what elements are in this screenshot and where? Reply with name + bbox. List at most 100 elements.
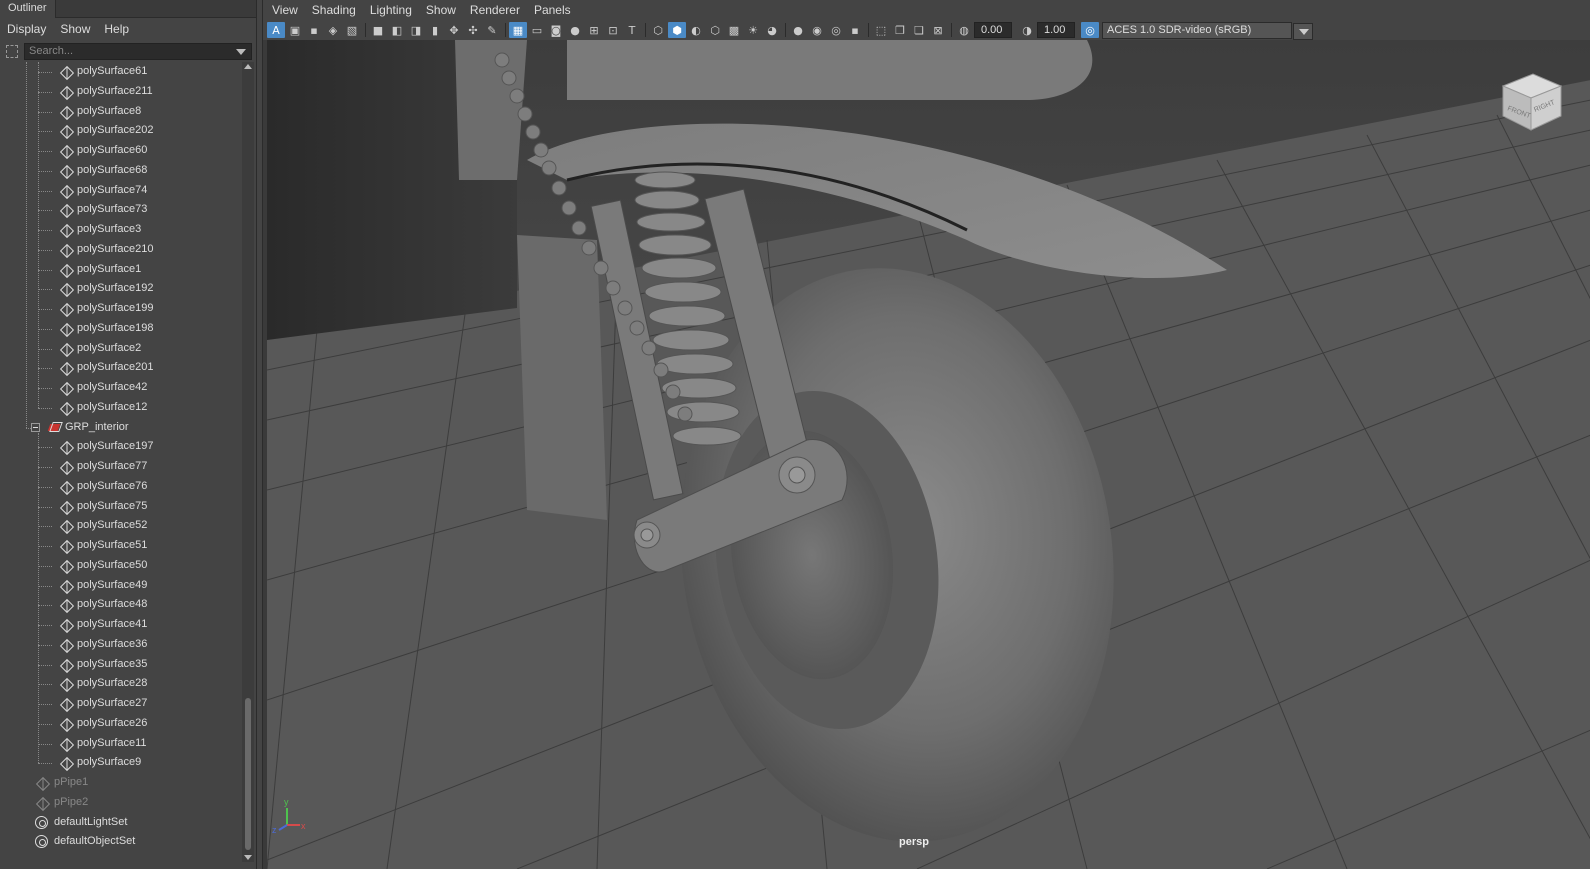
xray-active-icon[interactable]: ⊠ [929,22,947,38]
outliner-item[interactable]: polySurface75 [0,497,242,517]
lock-camera-icon[interactable]: ◨ [407,22,425,38]
resolution-gate-icon[interactable]: ◙ [547,22,565,38]
chevron-down-icon[interactable] [1293,22,1313,40]
select-camera-icon[interactable]: A [267,22,285,38]
xray-joints-icon[interactable]: ❏ [910,22,928,38]
menu-show[interactable]: Show [60,22,90,36]
outliner-item[interactable]: polySurface201 [0,358,242,378]
2d-pan-icon[interactable]: ✥ [445,22,463,38]
3d-viewport[interactable]: y x z FRONT RIGHT persp [267,40,1590,869]
outliner-item[interactable]: polySurface202 [0,121,242,141]
menu-view[interactable]: View [272,3,298,17]
tab-outliner[interactable]: Outliner [0,0,56,18]
xray-icon[interactable]: ❐ [891,22,909,38]
bookmark-flag-icon[interactable]: ▮ [426,22,444,38]
menu-display[interactable]: Display [7,22,46,36]
outliner-item[interactable]: pPipe2 [0,793,242,813]
exposure-field[interactable]: 0.00 [974,22,1012,38]
zoom-icon[interactable]: ✣ [464,22,482,38]
anti-aliasing-icon[interactable]: ◎ [827,22,845,38]
grid-icon[interactable]: ▦ [509,22,527,38]
frame-all-icon[interactable]: ▣ [286,22,304,38]
gate-mask-icon[interactable]: ● [566,22,584,38]
safe-title-icon[interactable]: T [623,22,641,38]
outliner-item[interactable]: polySurface60 [0,141,242,161]
outliner-item[interactable]: polySurface76 [0,477,242,497]
outliner-item[interactable]: polySurface49 [0,576,242,596]
depth-of-field-icon[interactable]: ▪ [846,22,864,38]
grease-pencil-icon[interactable]: ▪ [305,22,323,38]
collapse-toggle-icon[interactable] [31,422,40,432]
outliner-item[interactable]: polySurface3 [0,220,242,240]
shadows-icon[interactable]: ◕ [763,22,781,38]
textured-icon[interactable]: ▩ [725,22,743,38]
outliner-item[interactable]: polySurface48 [0,595,242,615]
field-chart-icon[interactable]: ⊞ [585,22,603,38]
outliner-item[interactable]: polySurface211 [0,82,242,102]
outliner-item[interactable]: polySurface74 [0,181,242,201]
scroll-down-icon[interactable] [244,855,252,860]
image-plane-icon[interactable]: ▧ [343,22,361,38]
outliner-item[interactable]: polySurface27 [0,694,242,714]
outliner-item[interactable]: polySurface198 [0,319,242,339]
outliner-item[interactable]: polySurface26 [0,714,242,734]
outliner-item[interactable]: polySurface2 [0,339,242,359]
motion-blur-icon[interactable]: ◉ [808,22,826,38]
outliner-item[interactable]: polySurface197 [0,437,242,457]
search-input[interactable] [29,45,229,57]
outliner-item[interactable]: polySurface35 [0,655,242,675]
outliner-item[interactable]: defaultObjectSet [0,832,242,852]
wireframe-icon[interactable]: ⬡ [649,22,667,38]
lights-icon[interactable]: ☀ [744,22,762,38]
menu-panels[interactable]: Panels [534,3,571,17]
ambient-occlusion-icon[interactable]: ● [789,22,807,38]
outliner-item[interactable]: polySurface192 [0,279,242,299]
search-dropdown-icon[interactable] [236,48,246,55]
outliner-item[interactable]: polySurface50 [0,556,242,576]
outliner-group[interactable]: GRP_interior [0,418,242,438]
menu-shading[interactable]: Shading [312,3,356,17]
color-space-select[interactable]: ACES 1.0 SDR-video (sRGB) [1102,21,1313,40]
outliner-item[interactable]: polySurface9 [0,753,242,773]
outliner-scrollbar[interactable] [242,62,254,862]
outliner-item[interactable]: polySurface12 [0,398,242,418]
outliner-item[interactable]: polySurface77 [0,457,242,477]
outliner-item[interactable]: polySurface8 [0,102,242,122]
camera-attributes-icon[interactable]: ◧ [388,22,406,38]
outliner-item[interactable]: polySurface28 [0,674,242,694]
filter-icon[interactable] [4,43,20,59]
scroll-up-icon[interactable] [244,64,252,69]
exposure-icon[interactable]: ◍ [955,22,973,38]
outliner-item[interactable]: polySurface36 [0,635,242,655]
outliner-item[interactable]: polySurface210 [0,240,242,260]
isolate-select-icon[interactable]: ⬚ [872,22,890,38]
safe-action-icon[interactable]: ⊡ [604,22,622,38]
outliner-item[interactable]: polySurface61 [0,62,242,82]
outliner-item[interactable]: polySurface1 [0,260,242,280]
outliner-item[interactable]: polySurface199 [0,299,242,319]
smooth-shade-icon[interactable]: ⬢ [668,22,686,38]
color-management-icon[interactable]: ◎ [1081,22,1099,38]
outliner-item[interactable]: polySurface73 [0,200,242,220]
outliner-item[interactable]: polySurface51 [0,536,242,556]
menu-lighting[interactable]: Lighting [370,3,412,17]
outliner-item[interactable]: polySurface42 [0,378,242,398]
gamma-icon[interactable]: ◑ [1018,22,1036,38]
outliner-item[interactable]: pPipe1 [0,773,242,793]
wireframe-on-shaded-icon[interactable]: ⬡ [706,22,724,38]
gamma-field[interactable]: 1.00 [1037,22,1075,38]
outliner-item[interactable]: polySurface41 [0,615,242,635]
outliner-item[interactable]: polySurface52 [0,516,242,536]
menu-renderer[interactable]: Renderer [470,3,520,17]
outliner-item[interactable]: polySurface68 [0,161,242,181]
view-cube[interactable]: FRONT RIGHT [1499,68,1565,137]
default-material-icon[interactable]: ◐ [687,22,705,38]
camera-icon[interactable]: ■ [369,22,387,38]
menu-show[interactable]: Show [426,3,456,17]
menu-help[interactable]: Help [104,22,129,36]
outliner-item[interactable]: polySurface11 [0,734,242,754]
outliner-item[interactable]: defaultLightSet [0,813,242,833]
film-gate-icon[interactable]: ▭ [528,22,546,38]
grease-tool-icon[interactable]: ✎ [483,22,501,38]
scroll-thumb[interactable] [245,698,251,850]
